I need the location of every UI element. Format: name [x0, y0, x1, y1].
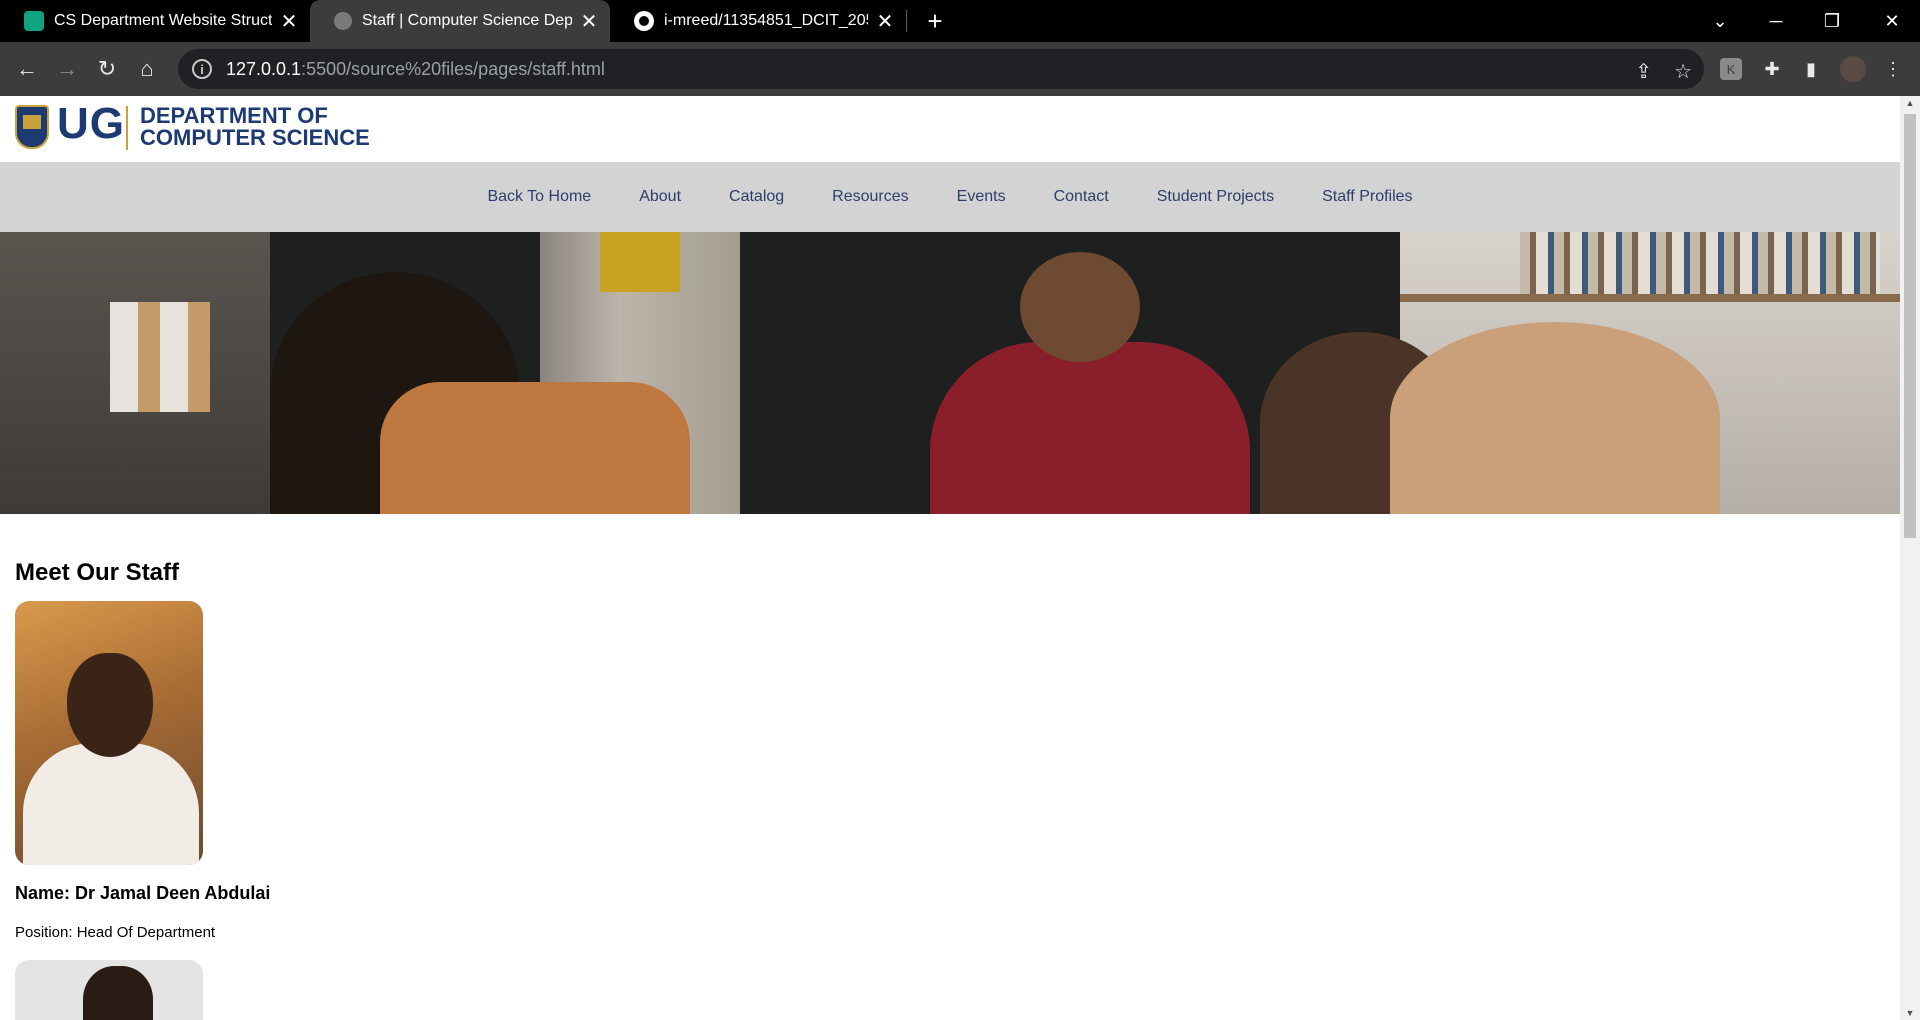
puzzle-extensions-icon[interactable]: ✚ — [1761, 58, 1783, 80]
minimize-button[interactable]: ─ — [1748, 0, 1804, 42]
page-scrollbar[interactable]: ▲ ▼ — [1900, 96, 1920, 1020]
chatgpt-icon — [24, 11, 44, 31]
staff-photo — [15, 960, 203, 1020]
tab-title: i-mreed/11354851_DCIT_205_IA — [664, 12, 868, 29]
nav-link-back-to-home[interactable]: Back To Home — [487, 188, 591, 206]
tab-separator — [906, 10, 907, 32]
close-icon[interactable]: ✕ — [876, 9, 894, 34]
reload-icon[interactable]: ↻ — [92, 54, 122, 84]
hero-classroom-image — [0, 232, 1900, 514]
logo-department-text: DEPARTMENT OF COMPUTER SCIENCE — [140, 105, 370, 149]
extension-icon[interactable]: K — [1720, 58, 1742, 80]
nav-link-events[interactable]: Events — [957, 188, 1006, 206]
logo-line-1: DEPARTMENT OF — [140, 103, 328, 128]
logo-divider — [126, 106, 128, 150]
github-icon — [634, 11, 654, 31]
logo-line-2: COMPUTER SCIENCE — [140, 125, 370, 150]
menu-kebab-icon[interactable]: ⋮ — [1882, 58, 1904, 80]
close-icon[interactable]: ✕ — [580, 9, 598, 34]
site-header: UG DEPARTMENT OF COMPUTER SCIENCE — [0, 96, 1900, 162]
bookmark-star-icon[interactable]: ☆ — [1674, 59, 1692, 84]
nav-link-resources[interactable]: Resources — [832, 188, 908, 206]
staff-name: Name: Dr Jamal Deen Abdulai — [15, 883, 271, 903]
site-info-icon[interactable]: i — [192, 59, 212, 79]
profile-avatar[interactable] — [1840, 56, 1866, 82]
main-navigation: Back To Home About Catalog Resources Eve… — [0, 162, 1900, 232]
browser-toolbar: ← → ↻ ⌂ i 127.0.0.1:5500/source%20files/… — [0, 42, 1920, 96]
ug-crest-logo — [15, 105, 49, 149]
logo-ug-text: UG — [57, 99, 125, 148]
scroll-down-arrow-icon[interactable]: ▼ — [1900, 1008, 1920, 1018]
staff-photo — [15, 601, 203, 865]
scrollbar-thumb[interactable] — [1904, 114, 1916, 538]
share-icon[interactable]: ⇪ — [1635, 59, 1652, 84]
address-url: 127.0.0.1:5500/source%20files/pages/staf… — [226, 58, 605, 79]
browser-tab[interactable]: i-mreed/11354851_DCIT_205_IA ✕ — [610, 0, 906, 42]
back-icon[interactable]: ← — [12, 54, 42, 84]
tab-title: CS Department Website Structur — [54, 12, 272, 29]
nav-link-contact[interactable]: Contact — [1054, 188, 1109, 206]
browser-tab[interactable]: CS Department Website Structur ✕ — [0, 0, 310, 42]
forward-icon[interactable]: → — [52, 54, 82, 84]
nav-link-staff-profiles[interactable]: Staff Profiles — [1322, 188, 1412, 206]
nav-link-student-projects[interactable]: Student Projects — [1157, 188, 1274, 206]
side-panel-icon[interactable]: ▮ — [1800, 58, 1822, 80]
scroll-up-arrow-icon[interactable]: ▲ — [1900, 98, 1920, 108]
close-window-button[interactable]: ✕ — [1864, 0, 1920, 42]
globe-icon — [334, 12, 352, 30]
browser-tab-strip: CS Department Website Structur ✕ Staff |… — [0, 0, 1920, 42]
section-title: Meet Our Staff — [15, 559, 180, 586]
staff-position: Position: Head Of Department — [15, 924, 216, 941]
home-icon[interactable]: ⌂ — [132, 54, 162, 84]
close-icon[interactable]: ✕ — [280, 9, 298, 34]
tab-search-icon[interactable]: ⌄ — [1692, 0, 1748, 42]
nav-link-about[interactable]: About — [639, 188, 681, 206]
new-tab-button[interactable]: + — [920, 6, 950, 36]
page-viewport: UG DEPARTMENT OF COMPUTER SCIENCE Back T… — [0, 96, 1900, 1020]
browser-tab-active[interactable]: Staff | Computer Science Depart ✕ — [310, 0, 610, 42]
tab-title: Staff | Computer Science Depart — [362, 12, 572, 29]
address-bar[interactable]: i 127.0.0.1:5500/source%20files/pages/st… — [178, 49, 1704, 89]
nav-link-catalog[interactable]: Catalog — [729, 188, 784, 206]
restore-button[interactable]: ❐ — [1804, 0, 1860, 42]
